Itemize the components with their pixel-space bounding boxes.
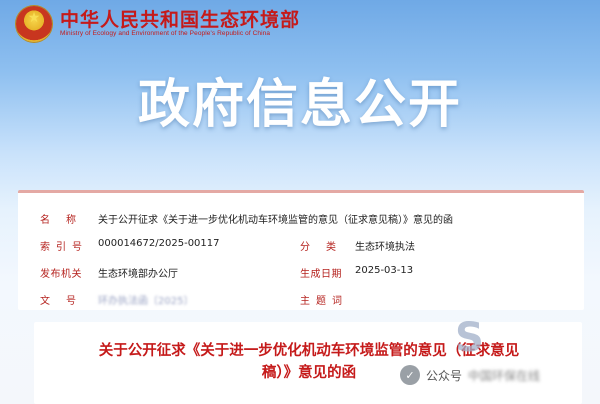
wechat-watermark: ✓ 公众号 中国环保在线 — [400, 360, 540, 390]
info-row-docno: 文号 环办执法函〔2025〕 主题词 — [18, 292, 584, 312]
site-header: ★ 中华人民共和国生态环境部 Ministry of Ecology and E… — [0, 0, 600, 50]
docno-label: 文号 — [40, 296, 92, 307]
issuer-value: 生态环境部办公厅 — [98, 269, 178, 280]
wechat-icon: ✓ — [400, 365, 420, 385]
category-value: 生态环境执法 — [355, 242, 415, 253]
date-value: 2025-03-13 — [355, 265, 414, 276]
ministry-name-en: Ministry of Ecology and Environment of t… — [60, 30, 271, 37]
banner-title: 政府信息公开 — [137, 75, 462, 135]
name-value: 关于公开征求《关于进一步优化机动车环境监管的意见（征求意见稿）》意见的函 — [98, 215, 453, 226]
docno-value: 环办执法函〔2025〕 — [98, 296, 194, 307]
topic-label: 主题词 — [300, 296, 348, 307]
date-label: 生成日期 — [300, 269, 342, 280]
national-emblem-icon: ★ — [16, 6, 52, 42]
info-row-index: 索引号 000014672/2025-00117 分类 生态环境执法 — [18, 238, 584, 258]
index-value: 000014672/2025-00117 — [98, 238, 220, 249]
watermark-label: 公众号 — [426, 368, 463, 383]
category-label: 分类 — [300, 242, 352, 253]
index-label: 索引号 — [40, 242, 88, 253]
name-label: 名称 — [40, 215, 92, 226]
watermark-logo-icon: S — [455, 315, 484, 361]
info-row-name: 名称 关于公开征求《关于进一步优化机动车环境监管的意见（征求意见稿）》意见的函 — [18, 211, 584, 231]
watermark-account-name: 中国环保在线 — [468, 368, 541, 383]
issuer-label: 发布机关 — [40, 269, 82, 280]
ministry-name-cn[interactable]: 中华人民共和国生态环境部 — [60, 5, 300, 32]
document-info-table: 名称 关于公开征求《关于进一步优化机动车环境监管的意见（征求意见稿）》意见的函 … — [18, 190, 584, 310]
info-row-issuer: 发布机关 生态环境部办公厅 生成日期 2025-03-13 — [18, 265, 584, 285]
